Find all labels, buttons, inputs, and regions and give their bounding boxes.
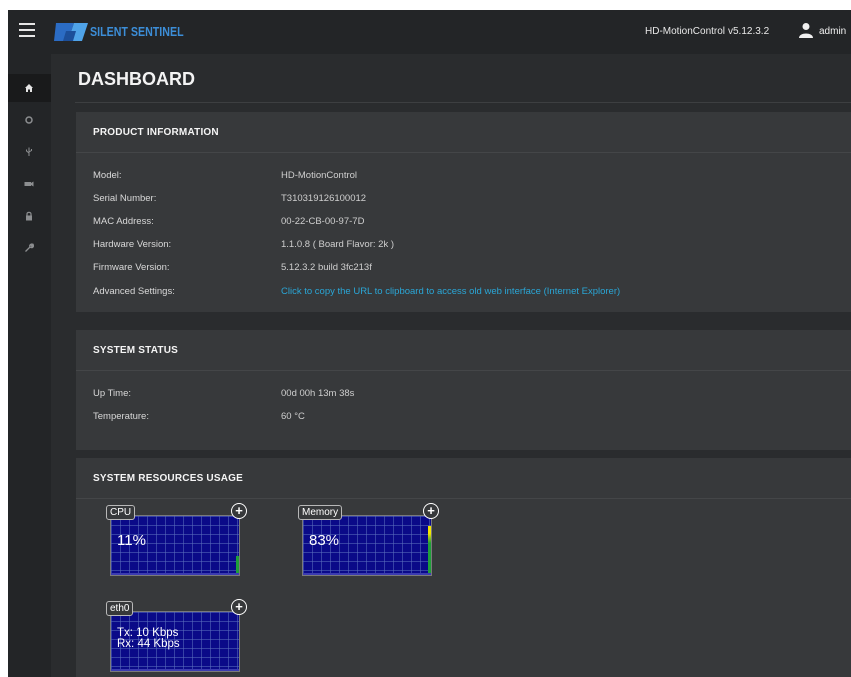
card-header: PRODUCT INFORMATION [76,112,851,153]
product-information-card: PRODUCT INFORMATION Model: HD-MotionCont… [76,112,851,312]
system-status-card: SYSTEM STATUS Up Time: 00d 00h 13m 38s T… [76,330,851,450]
sidebar [8,54,51,677]
model-label: Model: [93,170,122,181]
expand-cpu-button[interactable]: + [231,503,247,519]
system-resources-card: SYSTEM RESOURCES USAGE 11% CPU + 83% Mem… [76,458,851,677]
page-title: DASHBOARD [78,69,195,89]
top-bar: SILENT SENTINEL HD-MotionControl v5.12.3… [8,10,851,54]
up-time-value: 00d 00h 13m 38s [281,388,355,399]
eth0-label: eth0 [106,601,134,616]
hardware-version-value: 1.1.0.8 ( Board Flavor: 2k ) [281,239,394,250]
serial-number-value: T310319126100012 [281,193,367,204]
home-icon [25,84,33,92]
usb-icon [26,147,32,156]
serial-number-label: Serial Number: [93,193,157,204]
cpu-plot: 11% [110,515,240,576]
memory-usage-value: 83% [309,532,340,549]
sidebar-item-security[interactable] [8,202,51,230]
eth0-plot: Tx: 10 Kbps Rx: 44 Kbps [110,611,240,672]
sidebar-item-settings[interactable] [8,106,51,134]
app-window: SILENT SENTINEL HD-MotionControl v5.12.3… [8,10,851,677]
logo-text: SILENT SENTINEL [90,24,184,39]
card-title: SYSTEM STATUS [93,345,179,356]
camera-icon [24,181,34,187]
cpu-usage-value: 11% [117,532,146,549]
sidebar-item-dashboard[interactable] [8,74,51,102]
expand-eth0-button[interactable]: + [231,599,247,615]
advanced-settings-label: Advanced Settings: [93,286,175,297]
wrench-icon [25,243,34,252]
divider [75,102,851,103]
sidebar-item-maintenance[interactable] [8,234,51,262]
sidebar-item-usb[interactable] [8,138,51,166]
firmware-version-value: 5.12.3.2 build 3fc213f [281,262,372,273]
model-value: HD-MotionControl [281,170,358,181]
eth0-rx: Rx: 44 Kbps [117,638,180,650]
mac-address-label: MAC Address: [93,216,154,227]
up-time-label: Up Time: [93,388,132,399]
circle-icon [25,116,33,124]
logo-icon [54,23,88,41]
lock-icon [26,211,32,221]
temperature-label: Temperature: [93,411,149,422]
expand-memory-button[interactable]: + [423,503,439,519]
memory-label: Memory [298,505,343,520]
hamburger-menu-icon[interactable] [19,23,35,37]
mac-address-value: 00-22-CB-00-97-7D [281,216,365,227]
memory-usage-bar [428,526,431,575]
main-content: DASHBOARD PRODUCT INFORMATION Model: HD-… [51,54,851,677]
memory-graph: 83% Memory + [298,503,452,580]
memory-plot: 83% [302,515,432,576]
card-header: SYSTEM RESOURCES USAGE [76,458,851,499]
advanced-settings-link[interactable]: Click to copy the URL to clipboard to ac… [281,286,620,297]
hardware-version-label: Hardware Version: [93,239,172,250]
cpu-graph: 11% CPU + [106,503,260,580]
product-name: HD-MotionControl [645,26,726,37]
sidebar-item-camera[interactable] [8,170,51,198]
user-icon[interactable] [798,22,814,38]
user-name[interactable]: admin [819,26,846,37]
cpu-label: CPU [106,505,136,520]
eth0-traffic: Tx: 10 Kbps Rx: 44 Kbps [117,627,180,650]
firmware-version: v5.12.3.2 [728,26,770,37]
card-title: SYSTEM RESOURCES USAGE [93,473,243,484]
card-header: SYSTEM STATUS [76,330,851,371]
temperature-value: 60 °C [281,411,305,422]
firmware-version-label: Firmware Version: [93,262,170,273]
eth0-graph: Tx: 10 Kbps Rx: 44 Kbps eth0 + [106,599,260,676]
card-title: PRODUCT INFORMATION [93,127,219,138]
